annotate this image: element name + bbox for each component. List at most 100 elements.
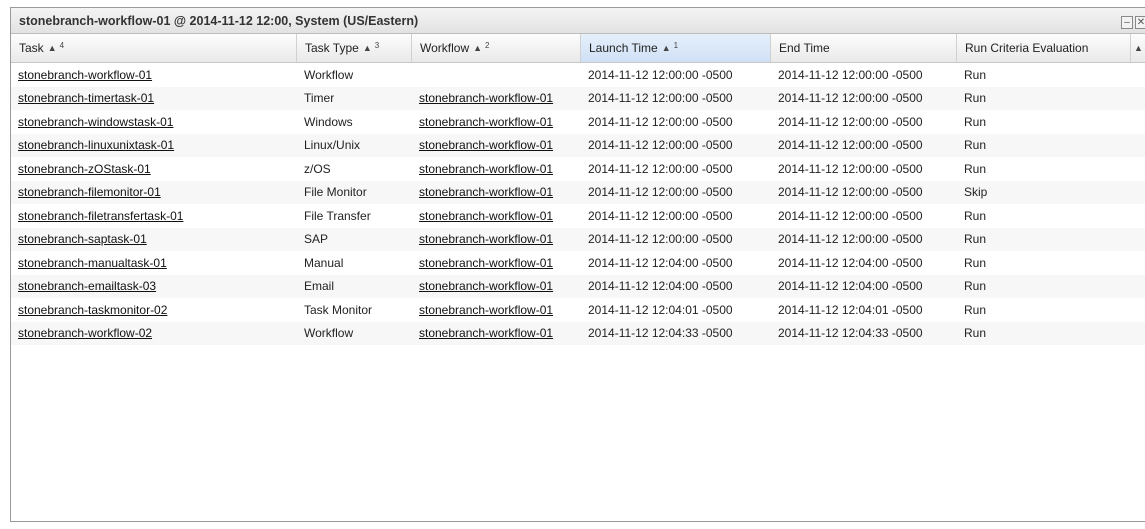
task-link[interactable]: stonebranch-workflow-02 — [18, 326, 152, 340]
end-time-cell: 2014-11-12 12:00:00 -0500 — [771, 228, 957, 252]
workflow-cell: stonebranch-workflow-01 — [412, 134, 581, 158]
table-row[interactable]: stonebranch-linuxunixtask-01 Linux/Unix st… — [11, 133, 1145, 158]
task-type-cell: SAP — [297, 228, 412, 252]
column-label: Task Type — [305, 41, 359, 55]
workflow-link[interactable]: stonebranch-workflow-01 — [419, 256, 553, 270]
task-link[interactable]: stonebranch-filetransfertask-01 — [18, 209, 183, 223]
workflow-link[interactable]: stonebranch-workflow-01 — [419, 91, 553, 105]
column-label: Run Criteria Evaluation — [965, 41, 1089, 55]
run-criteria-cell: Run — [957, 322, 1131, 346]
task-link[interactable]: stonebranch-workflow-01 — [18, 68, 152, 82]
table-row[interactable]: stonebranch-filetransfertask-01 File Tran… — [11, 204, 1145, 228]
task-cell: stonebranch-windowstask-01 — [11, 110, 297, 134]
task-link[interactable]: stonebranch-linuxunixtask-01 — [18, 138, 174, 152]
scroll-up-icon: ▲ — [1134, 43, 1143, 53]
task-type-cell: Windows — [304, 114, 353, 129]
end-time-cell: 2014-11-12 12:00:00 -0500 — [771, 110, 957, 134]
table-row[interactable]: stonebranch-zOStask-01 z/OS stonebranch-wo… — [11, 157, 1145, 181]
launch-time-cell: 2014-11-12 12:00:00 -0500 — [588, 114, 733, 129]
launch-time-cell: 2014-11-12 12:04:01 -0500 — [588, 302, 733, 317]
task-type-cell: File Transfer — [297, 204, 412, 228]
table-row[interactable]: stonebranch-workflow-01 Workflow 2014-11-1… — [11, 63, 1145, 87]
table-row[interactable]: stonebranch-taskmonitor-02 Task Monitor st… — [11, 298, 1145, 322]
workflow-link[interactable]: stonebranch-workflow-01 — [419, 115, 553, 129]
table-row[interactable]: stonebranch-emailtask-03 Email stonebranch… — [11, 274, 1145, 299]
task-cell: stonebranch-manualtask-01 — [11, 251, 297, 275]
task-link[interactable]: stonebranch-zOStask-01 — [18, 162, 151, 176]
task-type-cell: Timer — [297, 87, 412, 111]
column-header-workflow[interactable]: Workflow ▲ 2 — [412, 34, 581, 62]
task-link[interactable]: stonebranch-emailtask-03 — [18, 279, 156, 293]
run-criteria-cell: Skip — [957, 181, 1131, 205]
end-time-cell: 2014-11-12 12:00:00 -0500 — [771, 204, 957, 228]
task-grid: Task ▲ 4 Task Type ▲ 3 Workflow ▲ 2 Laun… — [11, 34, 1145, 521]
column-header-launch-time[interactable]: Launch Time ▲ 1 — [581, 34, 771, 62]
sort-rank: 4 — [59, 40, 65, 50]
workflow-link[interactable]: stonebranch-workflow-01 — [419, 232, 553, 246]
task-cell: stonebranch-taskmonitor-02 — [11, 298, 297, 322]
table-row[interactable]: stonebranch-saptask-01 SAP stonebranch-wor… — [11, 227, 1145, 252]
launch-time-cell: 2014-11-12 12:00:00 -0500 — [581, 87, 771, 111]
launch-time-cell: 2014-11-12 12:00:00 -0500 — [581, 110, 771, 134]
task-link[interactable]: stonebranch-manualtask-01 — [18, 256, 167, 270]
task-type-cell: File Monitor — [304, 185, 367, 200]
close-icon[interactable]: ✕ — [1135, 16, 1145, 29]
sort-rank: 2 — [485, 40, 490, 50]
task-type-cell: File Transfer — [304, 208, 371, 223]
table-row[interactable]: stonebranch-timertask-01 Timer stonebranch… — [11, 86, 1145, 111]
task-cell: stonebranch-workflow-02 — [11, 322, 297, 346]
task-cell: stonebranch-saptask-01 — [11, 228, 297, 252]
column-header-task-type[interactable]: Task Type ▲ 3 — [297, 34, 412, 62]
workflow-cell: stonebranch-workflow-01 — [412, 298, 581, 322]
task-type-cell: Manual — [304, 255, 344, 270]
workflow-link[interactable]: stonebranch-workflow-01 — [419, 326, 553, 340]
run-criteria-cell: Run — [957, 87, 1131, 111]
launch-time-cell: 2014-11-12 12:00:00 -0500 — [588, 185, 733, 200]
column-header-task[interactable]: Task ▲ 4 — [11, 34, 297, 62]
task-link[interactable]: stonebranch-saptask-01 — [18, 232, 147, 246]
workflow-link[interactable]: stonebranch-workflow-01 — [419, 209, 553, 223]
sort-ascending-icon: ▲ — [661, 43, 671, 53]
end-time-cell: 2014-11-12 12:00:00 -0500 — [778, 161, 923, 176]
run-criteria-cell: Run — [957, 157, 1131, 181]
end-time-cell: 2014-11-12 12:00:00 -0500 — [778, 114, 923, 129]
workflow-link[interactable]: stonebranch-workflow-01 — [419, 138, 553, 152]
column-label: Task — [19, 41, 44, 55]
launch-time-cell: 2014-11-12 12:00:00 -0500 — [588, 91, 733, 106]
run-criteria-cell: Run — [957, 275, 1131, 299]
scroll-up-button[interactable]: ▲ — [1131, 34, 1145, 62]
run-criteria-cell: Skip — [964, 185, 988, 200]
workflow-link[interactable]: stonebranch-workflow-01 — [419, 303, 553, 317]
workflow-cell — [412, 63, 581, 87]
launch-time-cell: 2014-11-12 12:00:00 -0500 — [581, 228, 771, 252]
task-link[interactable]: stonebranch-timertask-01 — [18, 91, 154, 105]
end-time-cell: 2014-11-12 12:00:00 -0500 — [778, 138, 923, 153]
launch-time-cell: 2014-11-12 12:04:33 -0500 — [588, 326, 733, 341]
task-type-cell: z/OS — [304, 161, 331, 176]
column-header-run-criteria-evaluation[interactable]: Run Criteria Evaluation — [957, 34, 1131, 62]
grid-body: stonebranch-workflow-01 Workflow 2014-11-1… — [11, 63, 1145, 345]
task-type-cell: Email — [297, 275, 412, 299]
table-row[interactable]: stonebranch-manualtask-01 Manual stonebran… — [11, 251, 1145, 275]
end-time-cell: 2014-11-12 12:04:33 -0500 — [778, 326, 923, 341]
table-row[interactable]: stonebranch-workflow-02 Workflow stonebran… — [11, 321, 1145, 346]
column-label: End Time — [779, 41, 830, 55]
table-row[interactable]: stonebranch-filemonitor-01 File Monitor st… — [11, 180, 1145, 205]
task-link[interactable]: stonebranch-taskmonitor-02 — [18, 303, 167, 317]
minimize-icon[interactable]: – — [1121, 16, 1133, 29]
window-titlebar[interactable]: stonebranch-workflow-01 @ 2014-11-12 12:… — [11, 8, 1145, 34]
sort-ascending-icon: ▲ — [473, 43, 483, 53]
workflow-cell: stonebranch-workflow-01 — [412, 251, 581, 275]
task-link[interactable]: stonebranch-windowstask-01 — [18, 115, 173, 129]
workflow-link[interactable]: stonebranch-workflow-01 — [419, 185, 553, 199]
run-criteria-cell: Run — [964, 255, 987, 270]
sort-rank: 3 — [374, 40, 380, 50]
task-type-cell: Workflow — [297, 322, 412, 346]
task-link[interactable]: stonebranch-filemonitor-01 — [18, 185, 161, 199]
table-row[interactable]: stonebranch-windowstask-01 Windows stonebr… — [11, 110, 1145, 134]
launch-time-cell: 2014-11-12 12:00:00 -0500 — [581, 134, 771, 158]
column-header-end-time[interactable]: End Time — [771, 34, 957, 62]
workflow-link[interactable]: stonebranch-workflow-01 — [419, 279, 553, 293]
workflow-link[interactable]: stonebranch-workflow-01 — [419, 162, 553, 176]
end-time-cell: 2014-11-12 12:00:00 -0500 — [778, 67, 923, 82]
